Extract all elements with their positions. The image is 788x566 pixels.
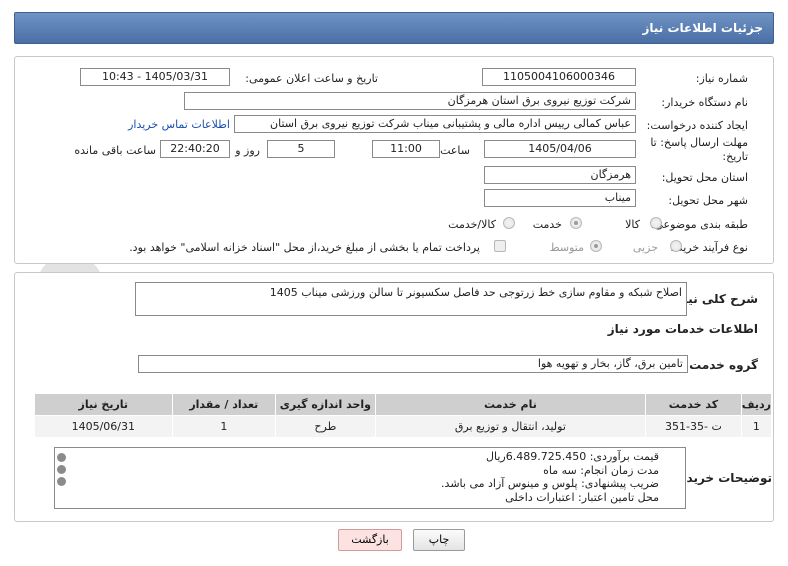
time-remaining-field[interactable]: 22:40:20 (160, 140, 230, 158)
cell-quantity: 1 (171, 415, 277, 438)
category-option-goods-service: کالا/خدمت (448, 218, 496, 231)
scroll-middle-dot-icon[interactable] (57, 465, 66, 474)
buyer-contact-link[interactable]: اطلاعات تماس خریدار (128, 118, 230, 131)
deadline-date-field[interactable]: 1405/04/06 (484, 140, 636, 158)
city-label: شهر محل تحویل: (668, 194, 748, 207)
col-quantity: تعداد / مقدار (171, 393, 277, 416)
days-remaining-field[interactable]: 5 (267, 140, 335, 158)
buyer-org-label: نام دستگاه خریدار: (661, 96, 748, 109)
notes-scrollbar[interactable] (56, 449, 68, 507)
cell-need-date: 1405/06/31 (34, 415, 173, 438)
announce-datetime-field[interactable]: 1405/03/31 - 10:43 (80, 68, 230, 86)
province-field[interactable]: هرمزگان (484, 166, 636, 184)
back-button[interactable]: بازگشت (338, 529, 402, 551)
notes-line: مدت زمان انجام: سه ماه (543, 463, 659, 477)
col-service-name: نام خدمت (374, 393, 647, 416)
purchase-option-medium: متوسط (549, 241, 584, 254)
time-remaining-label: ساعت باقی مانده (74, 144, 156, 157)
page-title: جزئیات اطلاعات نیاز (642, 21, 763, 35)
table-row: 1 ت -35-351 تولید، انتقال و توزیع برق طر… (34, 415, 773, 438)
category-radio-goods-service[interactable] (503, 217, 515, 229)
category-option-goods: کالا (625, 218, 640, 231)
buyer-notes-field[interactable]: قیمت برآوردی: 6.489.725.450ریال مدت زمان… (54, 447, 686, 509)
col-service-code: کد خدمت (645, 393, 742, 416)
print-button[interactable]: چاپ (413, 529, 465, 551)
city-field[interactable]: میناب (484, 189, 636, 207)
announce-label: تاریخ و ساعت اعلان عمومی: (245, 72, 378, 85)
category-option-service: خدمت (532, 218, 562, 231)
need-number-field[interactable]: 1105004106000346 (482, 68, 636, 86)
service-group-label: گروه خدمت: (684, 358, 758, 372)
col-row-number: ردیف (740, 393, 773, 416)
category-label: طبقه بندی موضوعی: (650, 218, 748, 231)
scroll-down-dot-icon[interactable] (57, 477, 66, 486)
col-unit: واحد اندازه گیری (275, 393, 376, 416)
province-label: استان محل تحویل: (661, 171, 748, 184)
purchase-radio-medium[interactable] (590, 240, 602, 252)
need-number-label: شماره نیاز: (695, 72, 748, 85)
services-table-header: ردیف کد خدمت نام خدمت واحد اندازه گیری ت… (34, 393, 773, 416)
col-need-date: تاریخ نیاز (34, 393, 173, 416)
deadline-time-label: ساعت (440, 144, 470, 157)
description-field[interactable]: اصلاح شبکه و مقاوم سازی خط زرتوجی حد فاص… (135, 282, 687, 316)
services-section-title: اطلاعات خدمات مورد نیاز (607, 322, 758, 336)
treasury-payment-note: پرداخت تمام یا بخشی از مبلغ خرید،از محل … (129, 241, 480, 254)
deadline-label: مهلت ارسال پاسخ: تا تاریخ: (650, 136, 748, 163)
cell-row-number: 1 (740, 415, 773, 438)
services-table: ردیف کد خدمت نام خدمت واحد اندازه گیری ت… (34, 393, 773, 438)
purchase-radio-minor[interactable] (670, 240, 682, 252)
category-radio-service[interactable] (570, 217, 582, 229)
purchase-type-label: نوع فرآیند خرید : (670, 241, 748, 254)
cell-unit: طرح (275, 415, 376, 438)
buyer-org-field[interactable]: شرکت توزیع نیروی برق استان هرمزگان (184, 92, 636, 110)
service-group-field[interactable]: تامین برق، گاز، بخار و تهویه هوا (138, 355, 688, 373)
purchase-option-minor: جزیی (632, 241, 658, 254)
notes-line: محل تامین اعتبار: اعتبارات داخلی (505, 490, 659, 504)
cell-service-name: تولید، انتقال و توزیع برق (374, 415, 647, 438)
notes-line: ضریب پیشنهادی: پلوس و مینوس آزاد می باشد… (441, 477, 659, 490)
cell-service-code: ت -35-351 (645, 415, 742, 438)
requester-field[interactable]: عباس کمالی رییس اداره مالی و پشتیبانی می… (234, 115, 636, 133)
category-radio-goods[interactable] (650, 217, 662, 229)
treasury-payment-checkbox[interactable] (494, 240, 506, 252)
requester-label: ایجاد کننده درخواست: (646, 119, 748, 132)
scroll-up-dot-icon[interactable] (57, 453, 66, 462)
days-label: روز و (235, 144, 260, 157)
deadline-time-field[interactable]: 11:00 (372, 140, 440, 158)
header-bar: جزئیات اطلاعات نیاز (14, 12, 774, 44)
notes-line: قیمت برآوردی: 6.489.725.450ریال (486, 450, 659, 463)
